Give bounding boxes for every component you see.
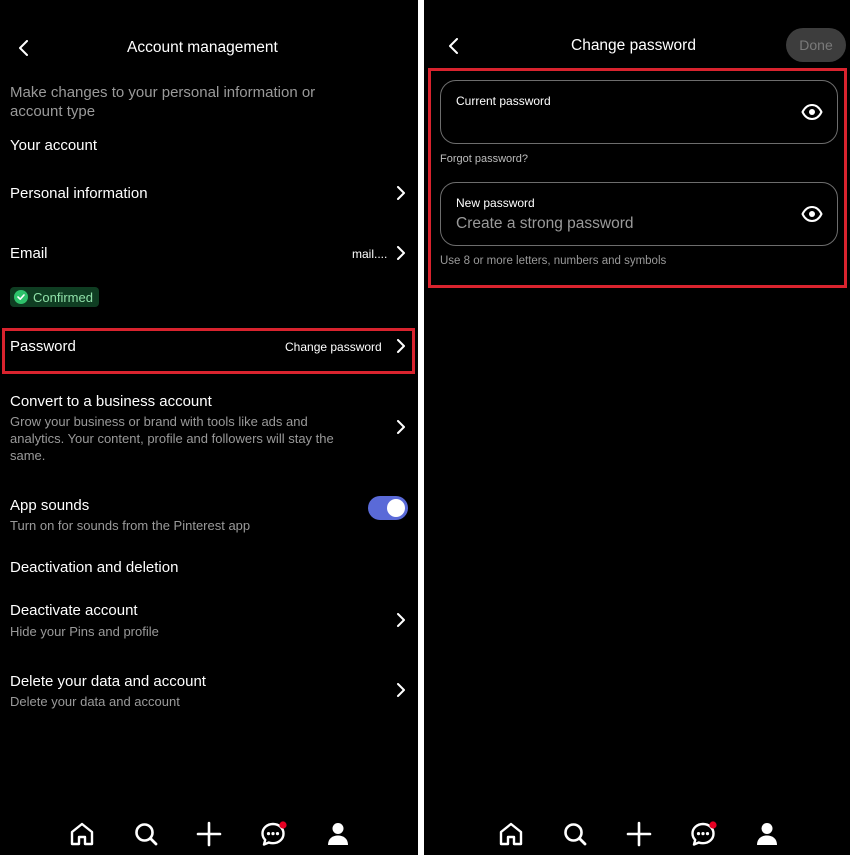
chevron-right-icon — [397, 683, 405, 697]
home-icon[interactable] — [68, 820, 96, 848]
page-title: Account management — [127, 39, 278, 56]
current-password-label: Current password — [456, 94, 551, 108]
back-icon[interactable] — [448, 38, 460, 54]
confirmed-badge: Confirmed — [10, 287, 99, 307]
account-management-screen: Account management Make changes to your … — [0, 0, 418, 855]
chevron-right-icon — [397, 339, 405, 353]
personal-information-label: Personal information — [10, 185, 148, 202]
profile-icon[interactable] — [753, 820, 781, 848]
password-label: Password — [10, 338, 76, 355]
intro-text: Make changes to your personal informatio… — [10, 84, 316, 120]
plus-icon[interactable] — [625, 820, 653, 848]
forgot-password-link[interactable]: Forgot password? — [440, 153, 528, 165]
new-password-label: New password — [456, 196, 535, 210]
plus-icon[interactable] — [195, 820, 223, 848]
chevron-right-icon — [397, 613, 405, 627]
messages-icon[interactable] — [689, 820, 717, 848]
deactivate-account-label: Deactivate account — [10, 602, 138, 619]
convert-business-desc-line1: Grow your business or brand with tools l… — [10, 414, 308, 429]
messages-icon[interactable] — [259, 820, 287, 848]
convert-business-desc-line2: analytics. Your content, profile and fol… — [10, 431, 334, 446]
email-value: mail.... — [352, 247, 388, 261]
section-heading-your-account: Your account — [10, 137, 98, 154]
app-sounds-toggle[interactable] — [368, 496, 408, 520]
email-label: Email — [10, 245, 48, 262]
back-icon[interactable] — [18, 40, 30, 56]
chevron-right-icon — [397, 246, 405, 260]
delete-data-label: Delete your data and account — [10, 673, 206, 690]
convert-business-label: Convert to a business account — [10, 393, 212, 410]
current-password-field[interactable]: Current password — [440, 80, 838, 144]
deactivate-account-desc: Hide your Pins and profile — [10, 624, 159, 639]
profile-icon[interactable] — [324, 820, 352, 848]
new-password-input[interactable] — [456, 215, 776, 233]
eye-icon[interactable] — [801, 203, 823, 225]
chevron-right-icon — [397, 186, 405, 200]
search-icon[interactable] — [561, 820, 589, 848]
section-heading-deactivation: Deactivation and deletion — [10, 559, 179, 576]
toggle-knob — [387, 499, 405, 517]
convert-business-desc-line3: same. — [10, 448, 46, 463]
app-sounds-desc: Turn on for sounds from the Pinterest ap… — [10, 518, 251, 533]
checkmark-icon — [14, 290, 28, 304]
confirmed-label: Confirmed — [33, 289, 93, 305]
password-hint: Use 8 or more letters, numbers and symbo… — [440, 255, 667, 267]
new-password-field[interactable]: New password — [440, 182, 838, 246]
search-icon[interactable] — [132, 820, 160, 848]
delete-data-desc: Delete your data and account — [10, 694, 180, 709]
page-title: Change password — [571, 37, 696, 54]
current-password-input[interactable] — [456, 113, 776, 131]
app-sounds-label: App sounds — [10, 497, 90, 514]
eye-icon[interactable] — [801, 101, 823, 123]
chevron-right-icon — [397, 420, 405, 434]
home-icon[interactable] — [497, 820, 525, 848]
change-password-link[interactable]: Change password — [285, 340, 382, 354]
done-button[interactable]: Done — [786, 28, 846, 62]
